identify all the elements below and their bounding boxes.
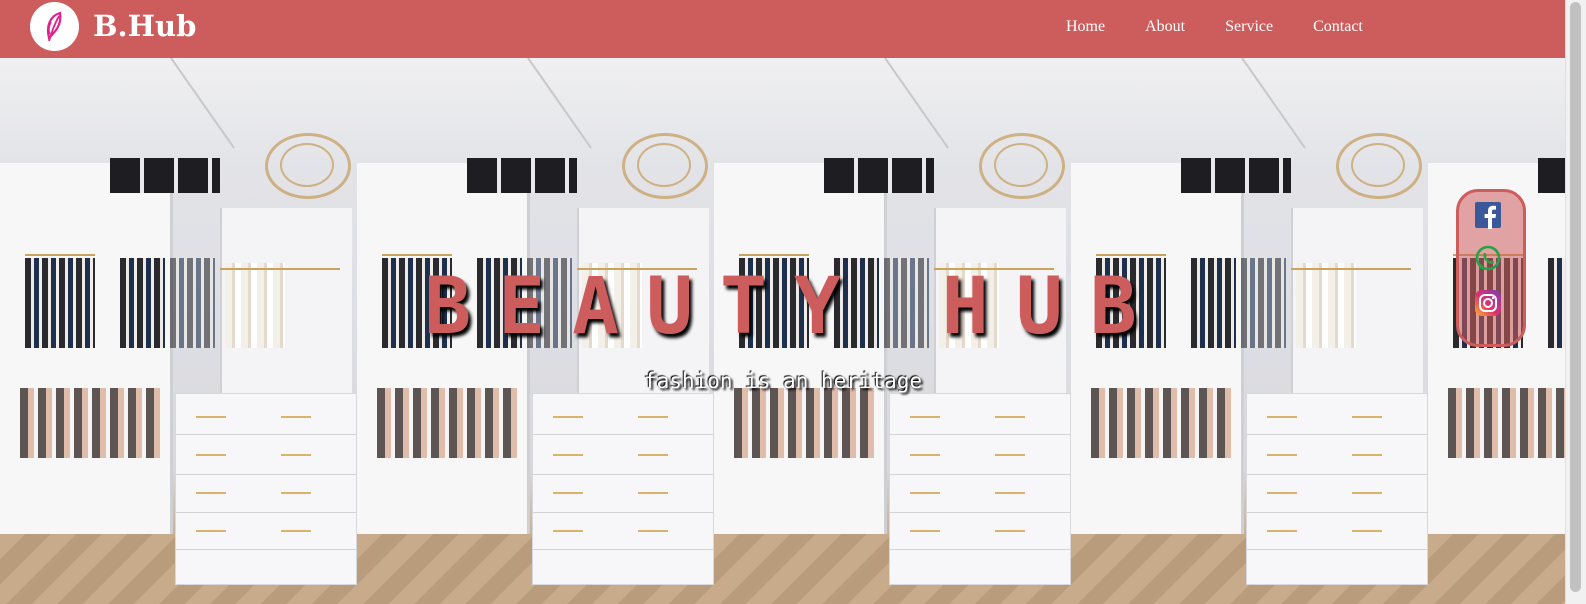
feather-icon xyxy=(46,11,61,41)
hero-section: BEAUTY HUB fashion is an heritage xyxy=(0,58,1566,604)
nav-link-service[interactable]: Service xyxy=(1225,18,1273,36)
page-scrollbar[interactable] xyxy=(1565,0,1586,604)
whatsapp-icon[interactable] xyxy=(1473,244,1503,274)
hero-subtitle: fashion is an heritage xyxy=(643,369,923,393)
brand-name[interactable]: B.Hub xyxy=(93,9,196,43)
instagram-icon[interactable] xyxy=(1473,288,1503,318)
hero-title: BEAUTY HUB xyxy=(424,262,1164,352)
social-sidebar xyxy=(1456,189,1526,347)
nav-link-about[interactable]: About xyxy=(1145,18,1185,36)
nav-link-home[interactable]: Home xyxy=(1066,18,1105,36)
facebook-icon[interactable] xyxy=(1473,200,1503,230)
logo[interactable] xyxy=(30,2,79,51)
nav-link-contact[interactable]: Contact xyxy=(1313,18,1363,36)
nav-menu: Home About Service Contact xyxy=(1066,18,1403,36)
navbar: B.Hub Home About Service Contact xyxy=(0,0,1566,58)
scrollbar-thumb[interactable] xyxy=(1570,2,1581,592)
